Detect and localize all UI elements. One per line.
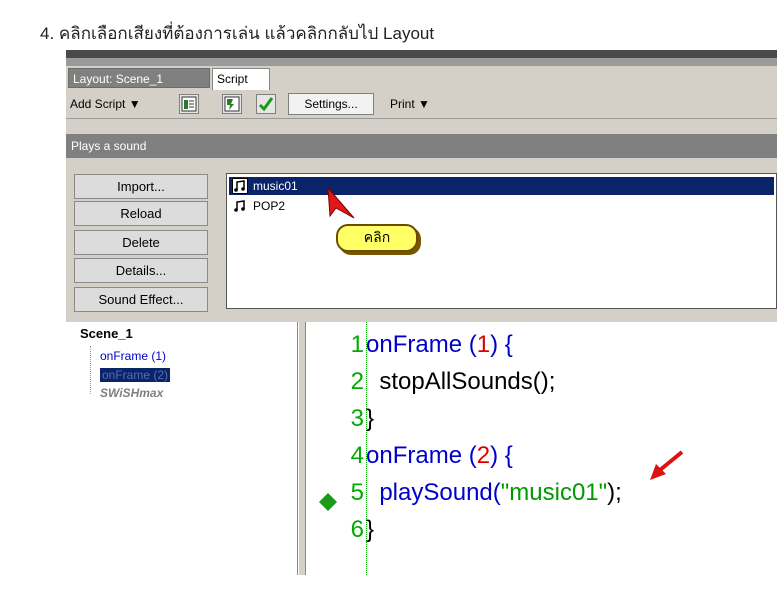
- tree-root-scene[interactable]: Scene_1: [80, 326, 133, 341]
- delete-button[interactable]: Delete: [74, 230, 208, 255]
- import-button[interactable]: Import...: [74, 174, 208, 199]
- code-token: 2: [476, 442, 491, 469]
- checkmark-icon[interactable]: [256, 94, 276, 114]
- line-number: 3: [350, 405, 364, 432]
- sound-item-music01[interactable]: music01: [229, 177, 774, 195]
- line-number: 1: [350, 331, 364, 358]
- code-token: onFrame (: [366, 442, 477, 469]
- code-line[interactable]: 5 playSound("music01");: [306, 478, 622, 508]
- tree-item-onframe-1[interactable]: onFrame (1): [100, 349, 166, 363]
- code-editor[interactable]: 1onFrame (1) {2 stopAllSounds(); 3} 4onFra…: [306, 322, 777, 575]
- code-token: );: [607, 479, 622, 506]
- code-token: ) {: [490, 442, 513, 469]
- line-number: 6: [350, 516, 364, 543]
- line-number: 4: [350, 442, 364, 469]
- code-token: }: [366, 516, 375, 543]
- add-script-button[interactable]: Add Script ▼: [70, 91, 141, 117]
- script-tree-icon[interactable]: [179, 94, 199, 114]
- click-callout: คลิก: [336, 224, 418, 252]
- code-token: stopAllSounds();: [366, 368, 556, 395]
- title-strip: [66, 50, 777, 58]
- title-strip-lower: [66, 58, 777, 66]
- pane-splitter[interactable]: [298, 322, 306, 575]
- sound-effect-button[interactable]: Sound Effect...: [74, 287, 208, 312]
- code-line[interactable]: 4onFrame (2) {: [306, 441, 513, 471]
- code-token: onFrame (: [366, 331, 477, 358]
- code-line[interactable]: 2 stopAllSounds();: [306, 367, 556, 397]
- script-edit-icon[interactable]: [222, 94, 242, 114]
- reload-button[interactable]: Reload: [74, 201, 208, 226]
- sound-item-pop2[interactable]: POP2: [229, 197, 774, 215]
- action-description: Plays a sound: [66, 134, 777, 158]
- code-token: playSound(: [366, 479, 501, 506]
- sound-name: POP2: [253, 199, 286, 213]
- print-menu-button[interactable]: Print ▼: [390, 91, 430, 117]
- tree-item-swishmax[interactable]: SWiSHmax: [100, 386, 163, 400]
- code-line[interactable]: 3}: [306, 404, 374, 434]
- app-window: Layout: Scene_1 Script Add Script ▼ Sett…: [66, 50, 777, 575]
- tree-connector: [90, 346, 91, 394]
- code-token: ) {: [490, 331, 513, 358]
- settings-button[interactable]: Settings...: [288, 93, 374, 115]
- code-token: }: [366, 405, 375, 432]
- toolbar: Add Script ▼ Settings... Print ▼: [66, 90, 777, 119]
- scene-tree: Scene_1 onFrame (1) onFrame (2) SWiSHmax: [66, 322, 298, 575]
- tree-item-onframe-2[interactable]: onFrame (2): [100, 368, 171, 382]
- tab-layout[interactable]: Layout: Scene_1: [68, 68, 210, 88]
- details-button[interactable]: Details...: [74, 258, 208, 283]
- code-token: "music01": [500, 479, 608, 506]
- line-number: 2: [350, 368, 364, 395]
- note-icon: [232, 178, 248, 194]
- sound-list[interactable]: music01 POP2: [226, 173, 777, 309]
- sound-name: music01: [253, 179, 298, 193]
- tab-script[interactable]: Script: [212, 68, 270, 90]
- code-token: 1: [476, 331, 491, 358]
- note-icon: [234, 200, 245, 212]
- breakpoint-diamond-icon[interactable]: [318, 492, 338, 512]
- code-line[interactable]: 1onFrame (1) {: [306, 330, 513, 360]
- code-line[interactable]: 6}: [306, 515, 374, 545]
- instruction-text: 4. คลิกเลือกเสียงที่ต้องการเล่น แล้วคลิก…: [40, 24, 435, 43]
- pointer-arrow-icon: [327, 186, 355, 219]
- pointer-arrow-icon: [650, 450, 684, 480]
